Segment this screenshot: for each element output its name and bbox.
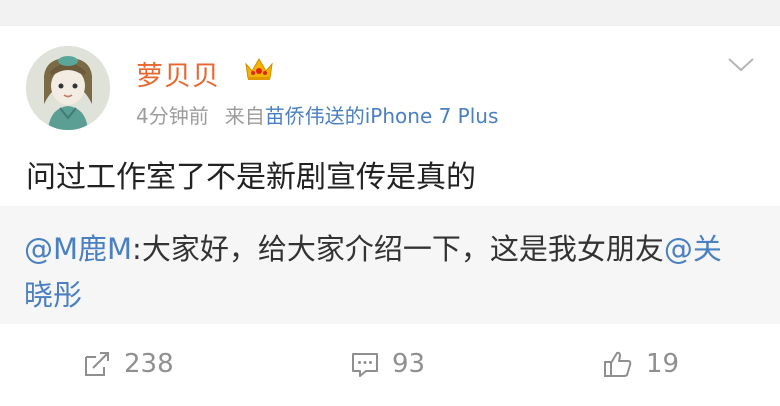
repost-author-mention[interactable]: @M鹿M bbox=[24, 232, 132, 266]
repost-body: :大家好，给大家介绍一下，这是我女朋友 bbox=[132, 232, 664, 266]
repost-text: @M鹿M:大家好，给大家介绍一下，这是我女朋友@关晓彤 bbox=[24, 226, 724, 318]
like-count: 19 bbox=[646, 349, 680, 379]
action-bar: 238 93 19 bbox=[0, 324, 780, 406]
comment-count: 93 bbox=[392, 349, 426, 379]
comment-button[interactable]: 93 bbox=[350, 346, 425, 382]
source-link[interactable]: 苗侨伟送的iPhone 7 Plus bbox=[265, 104, 499, 128]
thumbs-up-icon bbox=[604, 351, 632, 377]
chevron-down-icon[interactable] bbox=[726, 56, 756, 74]
like-button[interactable]: 19 bbox=[602, 346, 679, 382]
repost-button[interactable]: 238 bbox=[82, 346, 174, 382]
avatar-image bbox=[26, 46, 110, 130]
avatar[interactable] bbox=[26, 46, 110, 130]
repost-count: 238 bbox=[124, 349, 174, 379]
username[interactable]: 萝贝贝 bbox=[136, 54, 220, 93]
post-meta: 4分钟前 来自苗侨伟送的iPhone 7 Plus bbox=[136, 100, 498, 129]
post-card: 萝贝贝 4分钟前 来自苗侨伟送的iPhone 7 Plus 问过工作室了不是新剧宣… bbox=[0, 26, 780, 406]
repost-icon bbox=[85, 352, 109, 376]
comment-icon bbox=[352, 353, 378, 377]
reposted-weibo[interactable]: @M鹿M:大家好，给大家介绍一下，这是我女朋友@关晓彤 bbox=[0, 206, 780, 324]
source-prefix: 来自 bbox=[224, 104, 265, 128]
post-text: 问过工作室了不是新剧宣传是真的 bbox=[26, 160, 476, 195]
post-time: 4分钟前 bbox=[136, 104, 209, 128]
top-strip bbox=[0, 0, 780, 26]
crown-icon bbox=[245, 58, 273, 80]
